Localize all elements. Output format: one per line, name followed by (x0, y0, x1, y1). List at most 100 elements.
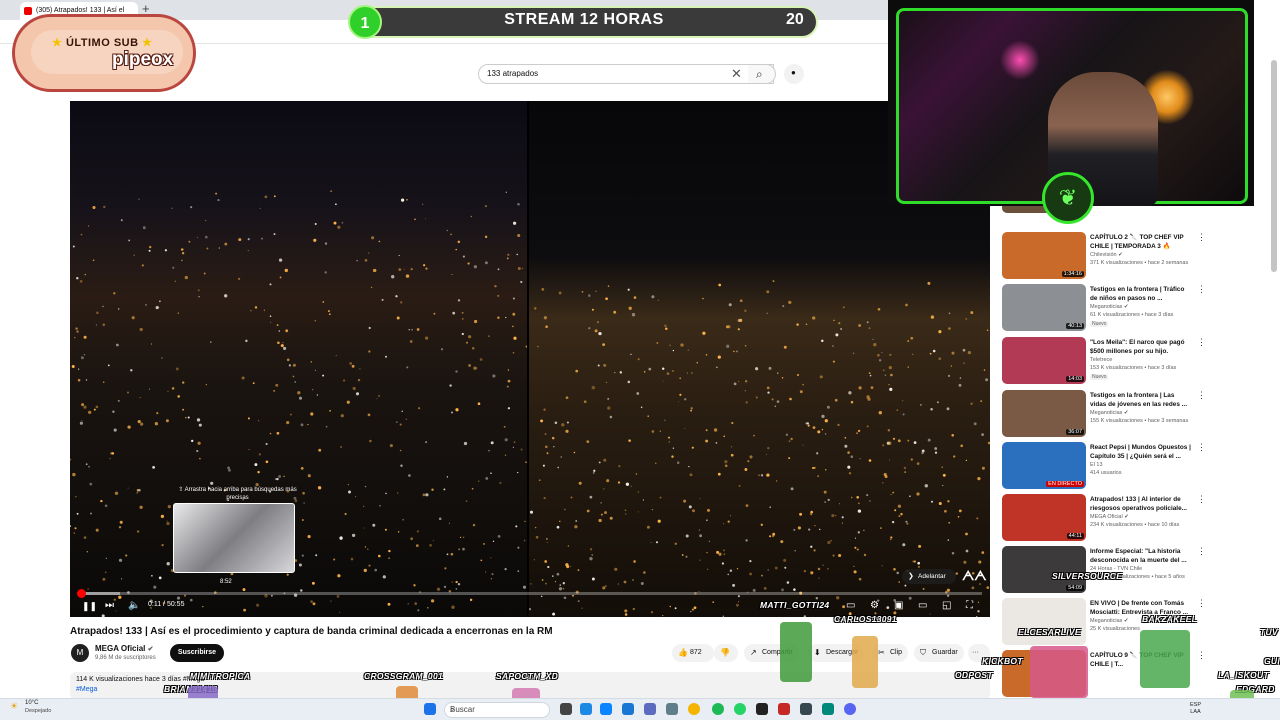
chat-sprite (780, 622, 812, 682)
recommendation-thumbnail[interactable] (1002, 598, 1086, 645)
skip-forward-button[interactable]: ❯ Adelantar (902, 569, 956, 584)
more-options-icon[interactable]: ⋮ (1197, 284, 1206, 295)
recommendation-title[interactable]: React Pepsi | Mundos Opuestos | Capítulo… (1090, 443, 1192, 461)
fullscreen-icon[interactable]: ⛶ (966, 599, 973, 613)
theater-icon[interactable]: ▭ (918, 599, 927, 613)
more-options-icon[interactable]: ⋮ (1197, 650, 1206, 661)
recommendation-item[interactable]: 54:09 Informe Especial: "La historia desc… (1000, 546, 1270, 596)
subtitles-icon[interactable]: ▭ (846, 599, 855, 613)
recommendation-thumbnail[interactable]: 54:09 (1002, 546, 1086, 593)
seek-preview-time: 8:52 (220, 579, 232, 585)
channel-avatar[interactable]: M (71, 644, 89, 662)
recommendation-title[interactable]: Testigos en la frontera | Las vidas de j… (1090, 391, 1192, 409)
recommendation-title[interactable]: Informe Especial: "La historia desconoci… (1090, 547, 1192, 565)
recommendation-item[interactable]: 14:03 "Los Meila": El narco que pagó $500… (1000, 337, 1270, 387)
clear-search-icon[interactable]: ✕ (731, 66, 742, 82)
chat-username: ODPOST (955, 670, 993, 680)
more-options-icon[interactable]: ⋮ (1197, 546, 1206, 557)
recommendation-thumbnail[interactable]: 1:34:16 (1002, 232, 1086, 279)
save-button[interactable]: ⛉ Guardar (914, 644, 964, 662)
recommendation-duration: 54:09 (1066, 585, 1084, 591)
recommendation-title[interactable]: Testigos en la frontera | Tráfico de niñ… (1090, 285, 1192, 303)
recommendation-item[interactable]: 36:07 Testigos en la frontera | Las vidas… (1000, 390, 1270, 440)
recommendation-title[interactable]: Atrapados! 133 | Al interior de riesgoso… (1090, 495, 1192, 513)
hashtag-link[interactable]: #Mega (76, 686, 97, 693)
recommendation-meta: 155 K visualizaciones • hace 3 semanas (1090, 418, 1189, 424)
video-player[interactable]: ⇧ Arrastra hacia arriba para búsquedas m… (70, 101, 990, 617)
more-options-icon[interactable]: ⋮ (1197, 442, 1206, 453)
recommendation-thumbnail[interactable]: 44:11 (1002, 494, 1086, 541)
recommendation-channel: Meganoticias ✔ (1090, 304, 1129, 310)
recommendation-thumbnail[interactable]: 40:13 (1002, 284, 1086, 331)
app-icon[interactable] (800, 703, 812, 715)
chat-username: GUI (1264, 656, 1280, 666)
search-button[interactable]: ⌕ (748, 64, 776, 84)
voice-search-button[interactable]: ● (784, 64, 804, 84)
hotdog-badge-icon: ❦ (1042, 172, 1094, 224)
recommendation-duration: 14:03 (1066, 376, 1084, 382)
recommendation-channel: Meganoticias ✔ (1090, 410, 1129, 416)
recommendation-thumbnail[interactable]: EN DIRECTO (1002, 442, 1086, 489)
more-options-icon[interactable]: ⋮ (1197, 232, 1206, 243)
skip-forward-label: Adelantar (918, 573, 946, 580)
store-icon[interactable] (600, 703, 612, 715)
search-input[interactable]: 133 atrapados (478, 64, 774, 84)
recommendation-title[interactable]: CAPÍTULO 2 🔪 TOP CHEF VIP CHILE | TEMPOR… (1090, 233, 1192, 251)
spotify-icon[interactable] (712, 703, 724, 715)
language-indicator[interactable]: ESP LAA (1190, 702, 1201, 716)
task-view-icon[interactable] (560, 703, 572, 715)
subscribe-button[interactable]: Suscribirse (170, 644, 224, 662)
chat-username: ELCESARLIVE (1018, 627, 1081, 637)
more-options-icon[interactable]: ⋮ (1197, 337, 1206, 348)
chat-username: CARLOS13091 (834, 614, 897, 624)
chat-username: KICKBOT (982, 656, 1023, 666)
taskbar-search[interactable]: ⌕ Buscar (444, 702, 550, 718)
like-button[interactable]: 👍 872 (672, 644, 714, 662)
windows-taskbar: ☀ 10°C Despejado ⌕ Buscar ESP LAA (0, 698, 1280, 720)
app-icon[interactable] (666, 703, 678, 715)
recommendation-item[interactable]: 40:13 Testigos en la frontera | Tráfico d… (1000, 284, 1270, 334)
recommendation-thumbnail[interactable]: 36:07 (1002, 390, 1086, 437)
discord-icon[interactable] (844, 703, 856, 715)
recommendation-duration: 1:34:16 (1061, 271, 1084, 277)
volume-icon[interactable]: 🔈 (128, 599, 140, 613)
more-options-icon[interactable]: ⋮ (1197, 390, 1206, 401)
weather-desc: Despejado (25, 708, 52, 714)
explorer-icon[interactable] (580, 703, 592, 715)
recommendation-channel: Meganoticias ✔ (1090, 618, 1129, 624)
star-icon: ★ (142, 37, 153, 49)
settings-icon[interactable]: ⚙ (870, 599, 879, 613)
weather-temp[interactable]: 10°C (25, 700, 38, 706)
chat-username: MATTI_GOTTI24 (760, 600, 830, 610)
recommendation-item[interactable]: 1:34:16 CAPÍTULO 2 🔪 TOP CHEF VIP CHILE |… (1000, 232, 1270, 282)
cast-icon[interactable]: ◱ (942, 599, 951, 613)
edge-icon[interactable] (622, 703, 634, 715)
recommendation-item[interactable]: EN VIVO | De frente con Tomás Mosciatti:… (1000, 598, 1270, 648)
obs-icon[interactable] (756, 703, 768, 715)
more-options-icon[interactable]: ⋮ (1197, 598, 1206, 609)
recommendation-duration: 44:11 (1066, 533, 1084, 539)
app-icon[interactable] (778, 703, 790, 715)
pause-icon[interactable]: ❚❚ (82, 599, 97, 613)
whatsapp-icon[interactable] (734, 703, 746, 715)
app-icon[interactable] (822, 703, 834, 715)
recommendation-meta: 61 K visualizaciones • hace 3 días (1090, 312, 1174, 318)
page-scrollbar[interactable] (1271, 60, 1277, 272)
next-icon[interactable]: ⏭ (105, 599, 114, 613)
recommendation-item[interactable]: 2,9 M de visualizaciones • hace 3 meses (1000, 206, 1270, 216)
last-sub-label: ★ ÚLTIMO SUB ★ (52, 36, 153, 49)
channel-name[interactable]: MEGA Oficial ✔ (95, 644, 154, 653)
dislike-button[interactable]: 👎 (714, 644, 738, 662)
more-options-icon[interactable]: ⋮ (1197, 494, 1206, 505)
video-title: Atrapados! 133 | Así es el procedimiento… (70, 626, 553, 637)
chat-username: CROSSGRAM_001 (364, 671, 444, 681)
progress-bar[interactable] (77, 589, 982, 598)
recommendation-title[interactable]: "Los Meila": El narco que pagó $500 mill… (1090, 338, 1192, 356)
start-icon[interactable] (424, 703, 436, 715)
app-icon[interactable] (644, 703, 656, 715)
chrome-icon[interactable] (688, 703, 700, 715)
miniplayer-icon[interactable]: ▣ (894, 599, 903, 613)
recommendation-item[interactable]: 44:11 Atrapados! 133 | Al interior de rie… (1000, 494, 1270, 544)
recommendation-item[interactable]: EN DIRECTO React Pepsi | Mundos Opuestos … (1000, 442, 1270, 492)
recommendation-thumbnail[interactable]: 14:03 (1002, 337, 1086, 384)
